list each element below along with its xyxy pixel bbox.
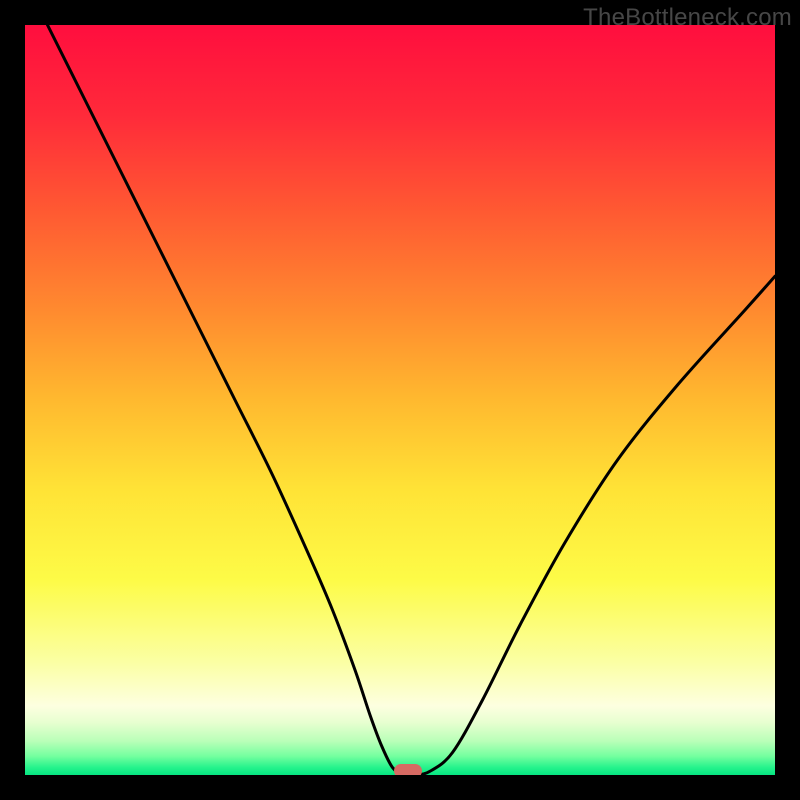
bottleneck-curve (25, 25, 775, 775)
chart-frame: TheBottleneck.com (0, 0, 800, 800)
plot-area (25, 25, 775, 775)
watermark-text: TheBottleneck.com (583, 4, 792, 32)
optimum-marker (394, 764, 422, 775)
